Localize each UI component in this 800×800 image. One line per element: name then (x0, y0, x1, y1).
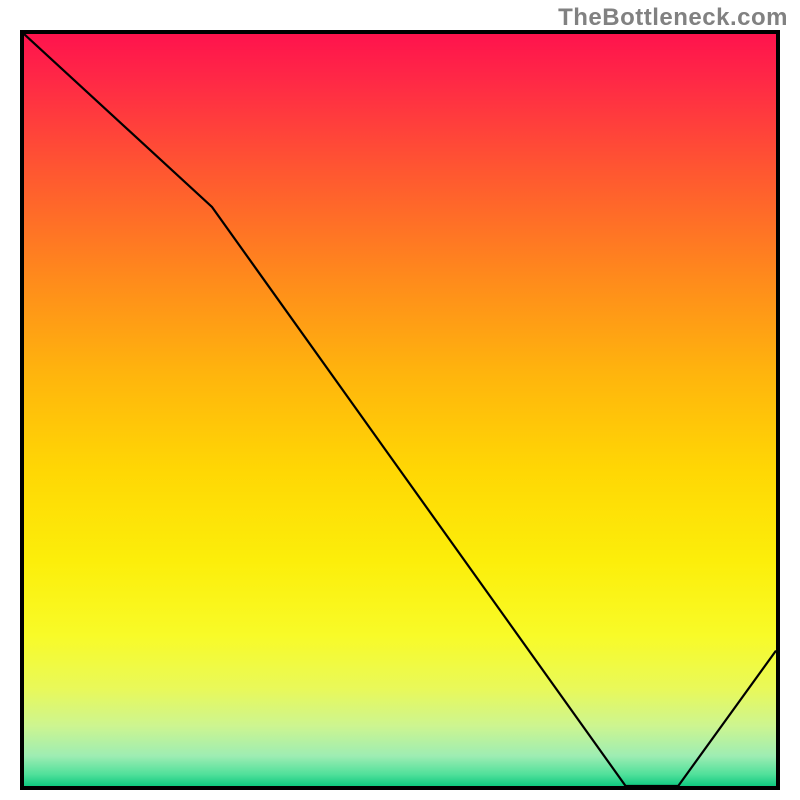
line-chart-svg (24, 34, 776, 786)
bottleneck-line (24, 34, 776, 786)
chart-area (20, 30, 780, 790)
watermark-text: TheBottleneck.com (558, 4, 788, 32)
